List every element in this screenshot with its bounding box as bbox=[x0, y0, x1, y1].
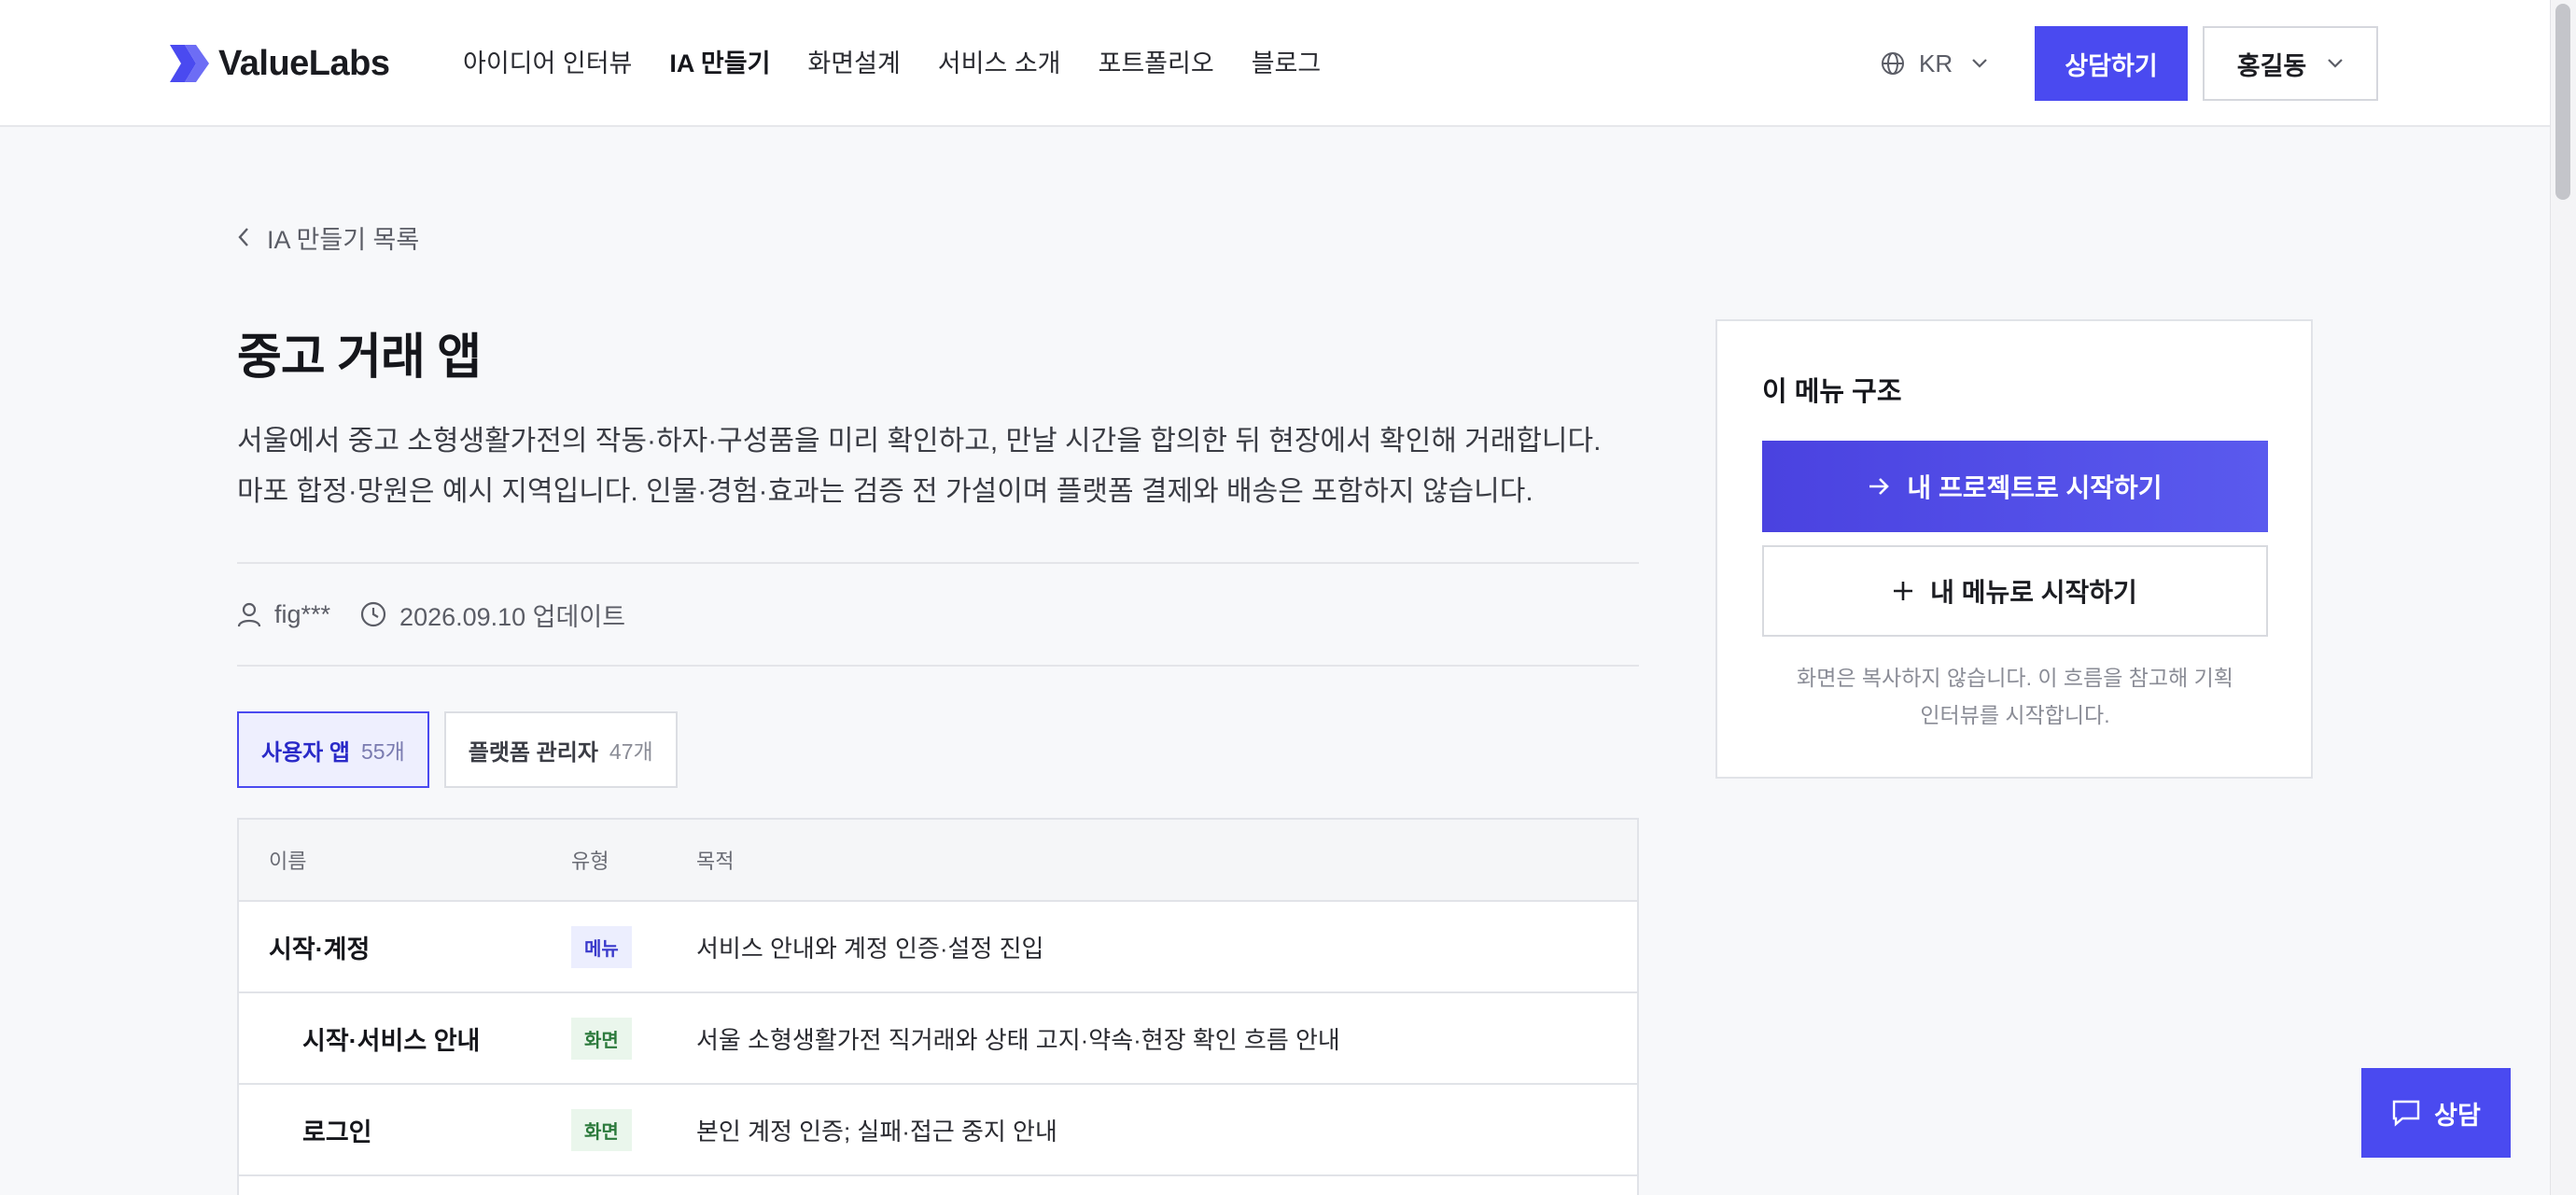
nav-item-blog[interactable]: 블로그 bbox=[1252, 43, 1322, 84]
nav-item-idea-interview[interactable]: 아이디어 인터뷰 bbox=[463, 43, 632, 84]
chat-label: 상담 bbox=[2434, 1101, 2481, 1130]
column-header-name: 이름 bbox=[269, 850, 307, 873]
divider bbox=[237, 665, 1639, 667]
page-title: 중고 거래 앱 bbox=[237, 330, 482, 385]
divider bbox=[237, 562, 1639, 564]
chevron-left-icon bbox=[238, 228, 248, 246]
column-header-type: 유형 bbox=[571, 850, 609, 873]
top-header: ValueLabs 아이디어 인터뷰 IA 만들기 화면설계 서비스 소개 포트… bbox=[0, 0, 2550, 127]
menu-structure-card: 이 메뉴 구조 내 프로젝트로 시작하기 내 메뉴로 시작하기 화면은 복사하지… bbox=[1715, 319, 2313, 779]
table-row[interactable]: 시작·계정 메뉴 서비스 안내와 계정 인증·설정 진입 bbox=[239, 902, 1637, 993]
arrow-right-icon bbox=[1869, 478, 1890, 495]
chat-bubble-icon bbox=[2392, 1100, 2420, 1127]
primary-button-label: 내 프로젝트로 시작하기 bbox=[1907, 473, 2163, 502]
description-line-2: 마포 합정·망원은 예시 지역입니다. 인물·경험·효과는 검증 전 가설이며 … bbox=[237, 476, 1533, 507]
row-purpose: 본인 계정 인증; 실패·접근 중지 안내 bbox=[696, 1117, 1057, 1146]
logo-mark-icon bbox=[170, 45, 209, 82]
globe-icon bbox=[1882, 52, 1904, 75]
nav-item-ia[interactable]: IA 만들기 bbox=[669, 43, 770, 84]
tab-label: 사용자 앱 bbox=[261, 739, 350, 766]
nav-item-portfolio[interactable]: 포트폴리오 bbox=[1099, 43, 1214, 84]
plus-icon bbox=[1894, 582, 1913, 600]
user-icon bbox=[237, 601, 261, 627]
tab-user-app[interactable]: 사용자 앱 55개 bbox=[237, 711, 429, 788]
card-note: 화면은 복사하지 않습니다. 이 흐름을 참고해 기획 인터뷰를 시작합니다. bbox=[1762, 659, 2268, 734]
table-row[interactable]: 시작·서비스 안내 화면 서울 소형생활가전 직거래와 상태 고지·약속·현장 … bbox=[239, 993, 1637, 1085]
updated-date: 2026.09.10 업데이트 bbox=[399, 602, 626, 631]
row-purpose: 서비스 안내와 계정 인증·설정 진입 bbox=[696, 934, 1044, 963]
meta-info: fig*** 2026.09.10 업데이트 bbox=[237, 594, 625, 635]
logo[interactable]: ValueLabs bbox=[168, 41, 390, 86]
tab-label: 플랫폼 관리자 bbox=[468, 739, 598, 766]
nav-item-service-intro[interactable]: 서비스 소개 bbox=[938, 43, 1061, 84]
tab-platform-admin[interactable]: 플랫폼 관리자 47개 bbox=[443, 711, 678, 788]
row-purpose: 서울 소형생활가전 직거래와 상태 고지·약속·현장 확인 흐름 안내 bbox=[696, 1025, 1340, 1054]
column-header-purpose: 목적 bbox=[696, 850, 735, 873]
type-badge-screen: 화면 bbox=[571, 1108, 632, 1151]
type-badge-menu: 메뉴 bbox=[571, 925, 632, 968]
scrollbar-thumb[interactable] bbox=[2555, 4, 2570, 200]
back-link-label: IA 만들기 목록 bbox=[267, 225, 420, 254]
start-with-menu-button[interactable]: 내 메뉴로 시작하기 bbox=[1762, 545, 2268, 637]
language-label: KR bbox=[1919, 49, 1953, 77]
app-tabs: 사용자 앱 55개 플랫폼 관리자 47개 bbox=[237, 711, 693, 788]
tab-count: 47개 bbox=[609, 739, 653, 764]
row-name: 로그인 bbox=[302, 1118, 372, 1146]
author-name: fig*** bbox=[274, 599, 331, 628]
user-menu-button[interactable]: 홍길동 bbox=[2203, 26, 2378, 101]
row-name: 시작·서비스 안내 bbox=[302, 1026, 481, 1055]
chevron-down-icon bbox=[2328, 59, 2344, 68]
chat-consult-button[interactable]: 상담 bbox=[2361, 1068, 2511, 1158]
page-description: 서울에서 중고 소형생활가전의 작동·하자·구성품을 미리 확인하고, 만날 시… bbox=[237, 416, 1656, 517]
type-badge-screen: 화면 bbox=[571, 1017, 632, 1060]
user-name: 홍길동 bbox=[2236, 51, 2307, 80]
language-selector[interactable]: KR bbox=[1880, 45, 2001, 82]
card-title: 이 메뉴 구조 bbox=[1762, 377, 1902, 407]
row-name: 시작·계정 bbox=[269, 935, 371, 963]
clock-icon bbox=[360, 601, 386, 627]
table-header: 이름 유형 목적 bbox=[239, 820, 1637, 902]
nav-item-screen-design[interactable]: 화면설계 bbox=[807, 43, 900, 84]
start-with-project-button[interactable]: 내 프로젝트로 시작하기 bbox=[1762, 441, 2268, 532]
ia-table: 이름 유형 목적 시작·계정 메뉴 서비스 안내와 계정 인증·설정 진입 시작… bbox=[237, 818, 1639, 1195]
table-row[interactable]: 로그인 화면 본인 계정 인증; 실패·접근 중지 안내 bbox=[239, 1085, 1637, 1176]
card-note-line-2: 인터뷰를 시작합니다. bbox=[1920, 703, 2110, 727]
consult-button[interactable]: 상담하기 bbox=[2035, 26, 2188, 101]
card-note-line-1: 화면은 복사하지 않습니다. 이 흐름을 참고해 기획 bbox=[1797, 666, 2233, 690]
chevron-down-icon bbox=[1972, 59, 1987, 68]
description-line-1: 서울에서 중고 소형생활가전의 작동·하자·구성품을 미리 확인하고, 만날 시… bbox=[237, 426, 1602, 457]
main-nav: 아이디어 인터뷰 IA 만들기 화면설계 서비스 소개 포트폴리오 블로그 bbox=[463, 43, 1358, 84]
logo-text: ValueLabs bbox=[218, 43, 390, 83]
secondary-button-label: 내 메뉴로 시작하기 bbox=[1930, 578, 2137, 607]
back-to-list-link[interactable]: IA 만들기 목록 bbox=[237, 218, 419, 256]
tab-count: 55개 bbox=[361, 739, 405, 764]
table-row[interactable] bbox=[239, 1176, 1637, 1195]
